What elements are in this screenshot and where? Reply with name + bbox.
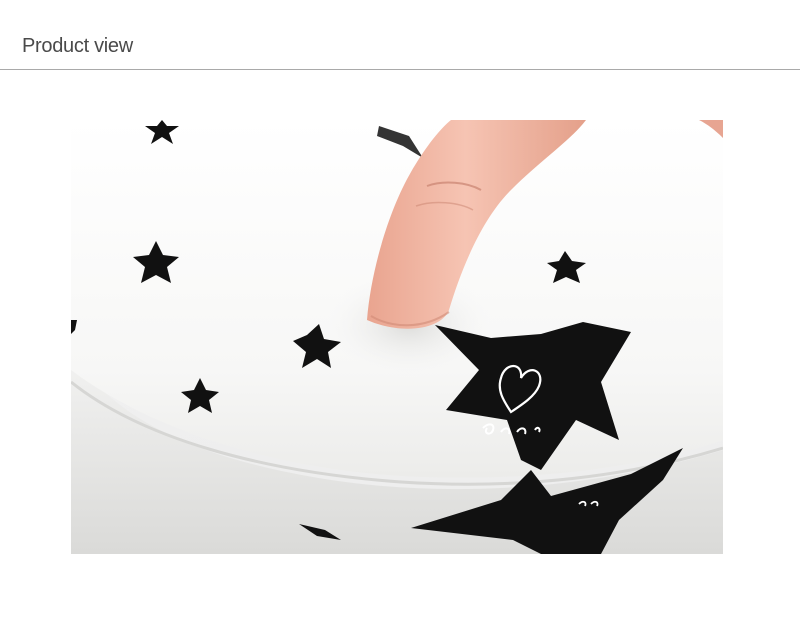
- section-header: Product view: [0, 0, 800, 70]
- section-divider: [0, 69, 800, 70]
- section-title: Product view: [22, 35, 133, 57]
- product-photo-illustration: [71, 120, 723, 554]
- product-photo: [71, 120, 723, 554]
- product-view-page: Product view: [0, 0, 800, 628]
